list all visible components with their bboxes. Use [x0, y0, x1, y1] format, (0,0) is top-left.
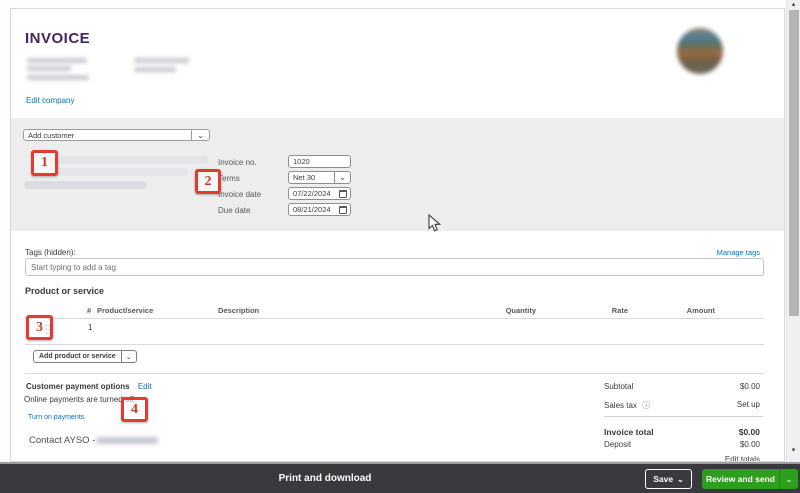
- page-title: INVOICE: [25, 30, 90, 47]
- due-date-label: Due date: [218, 206, 250, 215]
- invoice-page: INVOICE Edit company Add customer ⌄ 1 2 …: [0, 0, 800, 493]
- invoice-total-value: $0.00: [739, 427, 760, 437]
- redacted-company-email: [134, 58, 189, 63]
- redacted-company-address-1: [27, 66, 71, 71]
- add-customer-label: Add customer: [24, 130, 191, 140]
- annotation-badge-2: 2: [195, 169, 221, 194]
- scroll-down-icon[interactable]: ▾: [787, 447, 800, 455]
- invoice-date-input[interactable]: 07/22/2024: [288, 187, 351, 200]
- redacted-company-phone: [134, 67, 176, 72]
- chevron-down-icon[interactable]: ⌄: [191, 130, 209, 140]
- product-service-heading: Product or service: [25, 286, 104, 296]
- redacted-company-name: [27, 58, 87, 63]
- payment-edit-link[interactable]: Edit: [138, 382, 152, 391]
- tags-label: Tags (hidden):: [25, 248, 76, 257]
- add-customer-combobox[interactable]: Add customer ⌄: [23, 129, 210, 141]
- save-label: Save: [653, 474, 673, 484]
- manage-tags-link[interactable]: Manage tags: [717, 248, 760, 257]
- edit-totals-link[interactable]: Edit totals: [725, 455, 760, 462]
- terms-label: Terms: [218, 174, 240, 183]
- sales-tax-label: Sales tax ⓘ: [604, 400, 650, 411]
- invoice-form-card: INVOICE Edit company Add customer ⌄ 1 2 …: [10, 8, 785, 462]
- invoice-no-value: 1020: [293, 157, 310, 166]
- annotation-badge-3: 3: [26, 315, 53, 340]
- section-divider: [25, 373, 764, 374]
- add-product-button[interactable]: Add product or service ⌄: [33, 350, 137, 363]
- subtotal-value: $0.00: [740, 382, 760, 391]
- invoice-no-input[interactable]: 1020: [288, 155, 351, 168]
- add-product-label: Add product or service: [34, 351, 121, 362]
- info-icon[interactable]: ⓘ: [642, 401, 650, 410]
- tag-input[interactable]: [25, 258, 764, 276]
- col-header-quantity: Quantity: [506, 306, 536, 315]
- subtotal-label: Subtotal: [604, 382, 633, 391]
- print-download-button[interactable]: Print and download: [0, 464, 650, 493]
- chevron-down-icon[interactable]: ⌄: [677, 475, 684, 484]
- save-button[interactable]: Save ⌄: [645, 469, 692, 489]
- review-send-button[interactable]: Review and send ⌄: [702, 469, 798, 489]
- contact-text: Contact AYSO -: [29, 435, 95, 446]
- terms-select[interactable]: Net 30 ⌄: [288, 171, 351, 184]
- chevron-down-icon[interactable]: ⌄: [121, 351, 136, 362]
- col-header-amount: Amount: [687, 306, 715, 315]
- totals-divider: [604, 416, 763, 417]
- deposit-value: $0.00: [740, 440, 760, 449]
- payments-status-text: Online payments are turned off.: [24, 395, 136, 404]
- redacted-customer-line-1: [45, 156, 208, 164]
- mouse-cursor-icon: [428, 214, 441, 238]
- edit-company-link[interactable]: Edit company: [26, 96, 74, 105]
- redacted-company-address-2: [27, 75, 89, 80]
- annotation-badge-4: 4: [121, 397, 148, 422]
- calendar-icon[interactable]: [339, 190, 347, 198]
- review-send-label: Review and send: [702, 469, 779, 489]
- turn-on-payments-link[interactable]: Turn on payments: [28, 414, 84, 421]
- due-date-input[interactable]: 08/21/2024: [288, 203, 351, 216]
- terms-value: Net 30: [289, 173, 315, 182]
- company-logo[interactable]: [677, 28, 723, 74]
- due-date-value: 08/21/2024: [293, 205, 331, 214]
- scroll-up-icon[interactable]: ▴: [787, 1, 800, 9]
- chevron-down-icon[interactable]: ⌄: [339, 174, 346, 182]
- vertical-scrollbar[interactable]: ▴ ▾: [786, 0, 800, 462]
- col-header-num: #: [87, 306, 91, 315]
- table-header-divider: [25, 318, 764, 319]
- row-number[interactable]: 1: [88, 323, 92, 332]
- redacted-contact-info: [96, 437, 158, 444]
- payment-options-title: Customer payment options: [26, 382, 130, 391]
- redacted-customer-line-2: [52, 168, 188, 176]
- invoice-no-label: Invoice no.: [218, 158, 257, 167]
- invoice-total-label: Invoice total: [604, 427, 654, 437]
- table-row-divider: [25, 344, 764, 345]
- calendar-icon[interactable]: [339, 206, 347, 214]
- sales-tax-setup-link[interactable]: Set up: [737, 400, 760, 409]
- invoice-date-value: 07/22/2024: [293, 189, 331, 198]
- col-header-description: Description: [218, 306, 259, 315]
- annotation-badge-1: 1: [31, 150, 58, 176]
- sales-tax-text: Sales tax: [604, 401, 637, 410]
- col-header-product: Product/service: [97, 306, 153, 315]
- redacted-customer-line-3: [24, 181, 147, 189]
- deposit-label: Deposit: [604, 440, 631, 449]
- chevron-down-icon[interactable]: ⌄: [779, 469, 798, 489]
- scrollbar-thumb[interactable]: [789, 10, 799, 316]
- payment-options-heading: Customer payment options Edit: [26, 382, 152, 391]
- col-header-rate: Rate: [612, 306, 628, 315]
- footer-action-bar: Print and download Save ⌄ Review and sen…: [0, 462, 800, 493]
- invoice-date-label: Invoice date: [218, 190, 261, 199]
